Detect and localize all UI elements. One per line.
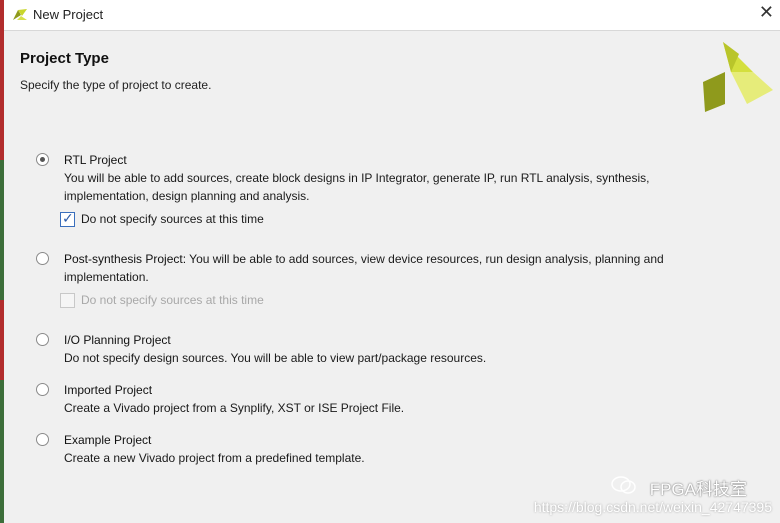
vivado-logo-icon <box>13 9 27 20</box>
example-project-radio[interactable] <box>36 433 49 446</box>
page-title: Project Type <box>20 50 109 67</box>
option-title: RTL Project <box>64 153 127 167</box>
io-planning-radio[interactable] <box>36 333 49 346</box>
watermark-url: https://blog.csdn.net/weixin_42747395 <box>533 499 772 515</box>
option-title: I/O Planning Project <box>64 333 171 347</box>
checkbox-label: Do not specify sources at this time <box>81 293 264 307</box>
option-description: Create a Vivado project from a Synplify,… <box>64 401 405 415</box>
close-icon[interactable]: ✕ <box>759 2 774 23</box>
option-description: You will be able to add sources, create … <box>64 171 650 203</box>
page-subtitle: Specify the type of project to create. <box>20 78 212 92</box>
watermark: FPGA科技室 https://blog.csdn.net/weixin_427… <box>492 475 772 515</box>
option-description: Create a new Vivado project from a prede… <box>64 451 365 465</box>
rtl-project-radio[interactable] <box>36 153 49 166</box>
checkbox-label: Do not specify sources at this time <box>81 212 264 226</box>
vivado-brand-logo <box>703 42 773 112</box>
watermark-name: FPGA科技室 <box>649 480 747 499</box>
window-left-edge <box>0 0 4 523</box>
title-bar: New Project ✕ <box>4 0 780 31</box>
option-description: Do not specify design sources. You will … <box>64 351 487 365</box>
window-title: New Project <box>33 7 104 22</box>
option-title: Imported Project <box>64 383 153 397</box>
check-icon: ✓ <box>62 210 74 226</box>
post-synthesis-radio[interactable] <box>36 252 49 265</box>
imported-project-radio[interactable] <box>36 383 49 396</box>
wechat-icon <box>611 476 636 494</box>
option-title: Post-synthesis Project: <box>64 252 187 266</box>
rtl-no-sources-checkbox[interactable]: ✓ <box>60 210 75 227</box>
option-title: Example Project <box>64 433 152 447</box>
post-synth-no-sources-checkbox <box>60 293 75 308</box>
